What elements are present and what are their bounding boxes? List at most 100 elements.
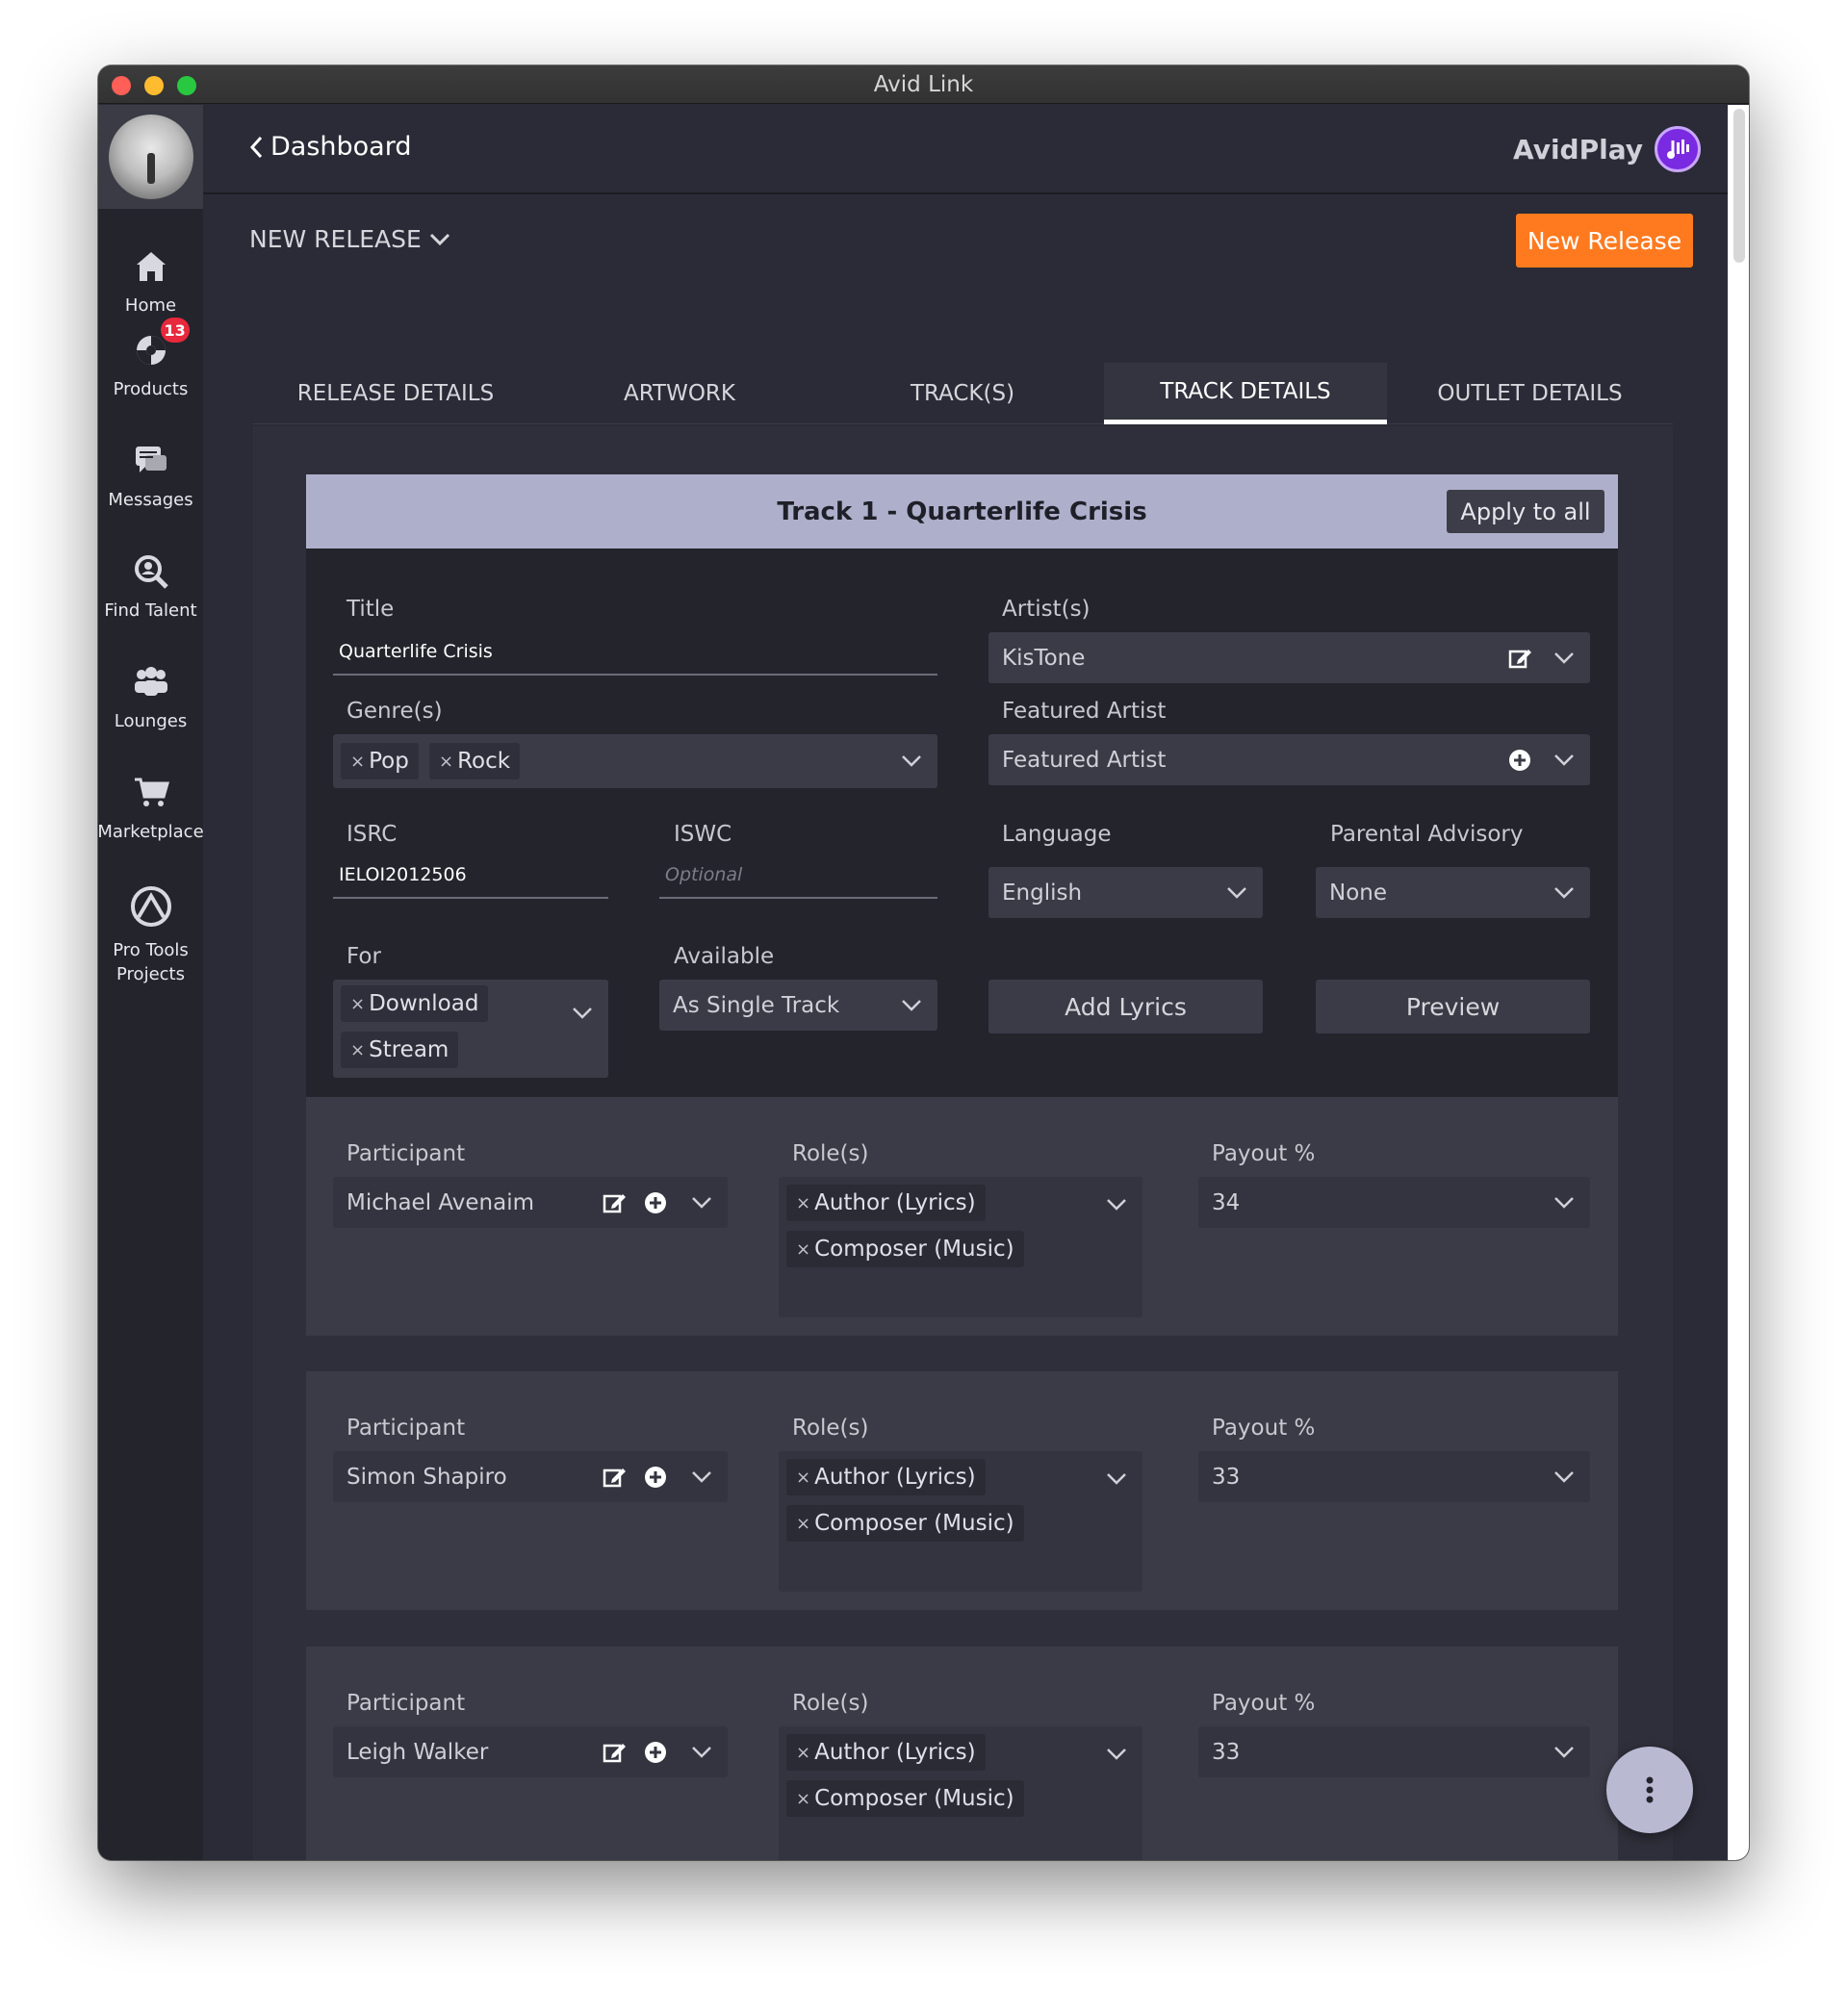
genres-select[interactable]: × Pop × Rock [333,734,937,788]
edit-icon[interactable] [602,1740,627,1765]
sidebar-item-lounges[interactable]: Lounges [98,663,203,731]
chip-label: Author (Lyrics) [814,1190,976,1215]
lounges-icon [134,667,167,696]
role-chip[interactable]: × Author (Lyrics) [786,1185,986,1221]
track-card: Track 1 - Quarterlife Crisis Apply to al… [306,474,1618,1860]
add-circle-icon[interactable] [1507,748,1532,773]
role-chip[interactable]: × Author (Lyrics) [786,1734,986,1771]
remove-chip-icon[interactable]: × [796,1514,810,1534]
edit-icon[interactable] [1507,646,1532,671]
roles-select[interactable]: × Author (Lyrics) × Composer (Music) [779,1451,1142,1592]
payout-select[interactable]: 34 [1198,1177,1590,1228]
messages-icon [135,447,167,472]
remove-chip-icon[interactable]: × [350,752,365,772]
tab-bar: RELEASE DETAILS ARTWORK TRACK(S) TRACK D… [253,363,1673,424]
roles-select[interactable]: × Author (Lyrics) × Composer (Music) [779,1177,1142,1317]
role-chip[interactable]: × Author (Lyrics) [786,1459,986,1495]
apply-to-all-button[interactable]: Apply to all [1447,490,1604,533]
minimize-window-button[interactable] [144,76,164,95]
avatar[interactable] [108,115,193,199]
maximize-window-button[interactable] [177,76,196,95]
remove-chip-icon[interactable]: × [439,752,453,772]
for-label: For [346,944,381,969]
tab-release-details[interactable]: RELEASE DETAILS [253,363,538,424]
remove-chip-icon[interactable]: × [796,1468,810,1488]
remove-chip-icon[interactable]: × [796,1193,810,1213]
track-title-heading: Track 1 - Quarterlife Crisis [777,497,1147,526]
chevron-down-icon [692,1746,711,1758]
role-chip[interactable]: × Composer (Music) [786,1231,1024,1267]
new-release-button[interactable]: New Release [1516,214,1693,268]
title-input[interactable] [333,629,937,676]
remove-chip-icon[interactable]: × [350,1040,365,1060]
brand: AvidPlay [1513,126,1701,172]
for-chip[interactable]: × Download [341,985,489,1022]
remove-chip-icon[interactable]: × [350,994,365,1014]
parental-advisory-select[interactable]: None [1316,867,1590,918]
for-select[interactable]: × Download × Stream [333,980,608,1078]
participant-select[interactable]: Michael Avenaim [333,1177,728,1228]
edit-icon[interactable] [602,1190,627,1215]
payout-label: Payout % [1212,1416,1316,1441]
genres-label: Genre(s) [346,699,443,724]
participant-label: Participant [346,1416,466,1441]
available-select[interactable]: As Single Track [659,980,937,1031]
add-circle-icon[interactable] [643,1740,668,1765]
release-type-dropdown[interactable]: NEW RELEASE [249,225,450,253]
sidebar-item-home[interactable]: Home [98,247,203,316]
tab-label: OUTLET DETAILS [1437,381,1623,406]
parental-advisory-label: Parental Advisory [1330,822,1524,847]
add-circle-icon[interactable] [643,1465,668,1490]
payout-select[interactable]: 33 [1198,1726,1590,1777]
sidebar-item-label: Lounges [114,711,188,731]
tab-tracks[interactable]: TRACK(S) [821,363,1104,424]
participant-select[interactable]: Simon Shapiro [333,1451,728,1502]
role-chip[interactable]: × Composer (Music) [786,1505,1024,1542]
chevron-down-icon [1107,1473,1126,1485]
home-icon [136,252,166,281]
tab-outlet-details[interactable]: OUTLET DETAILS [1387,363,1673,424]
back-to-dashboard-link[interactable]: Dashboard [249,132,411,162]
sidebar-item-products[interactable]: 13 Products [98,318,203,399]
iswc-input[interactable] [659,853,937,899]
isrc-input[interactable] [333,853,608,899]
sidebar-item-messages[interactable]: Messages [98,442,203,510]
add-circle-icon[interactable] [643,1190,668,1215]
role-chip[interactable]: × Composer (Music) [786,1780,1024,1817]
more-options-button[interactable] [1606,1747,1693,1833]
chip-label: Composer (Music) [814,1511,1014,1536]
iswc-label: ISWC [674,822,732,847]
roles-select[interactable]: × Author (Lyrics) × Composer (Music) [779,1726,1142,1860]
avatar-container[interactable] [98,105,203,209]
language-select[interactable]: English [988,867,1263,918]
sidebar-item-marketplace[interactable]: Marketplace [98,774,204,842]
add-lyrics-button[interactable]: Add Lyrics [988,980,1263,1034]
participant-label: Participant [346,1141,466,1166]
products-icon-wrap: 13 [132,318,190,370]
track-card-header: Track 1 - Quarterlife Crisis Apply to al… [306,474,1618,549]
remove-chip-icon[interactable]: × [796,1789,810,1809]
remove-chip-icon[interactable]: × [796,1743,810,1763]
tab-artwork[interactable]: ARTWORK [538,363,821,424]
sidebar-item-find-talent[interactable]: Find Talent [98,552,203,621]
preview-button[interactable]: Preview [1316,980,1590,1034]
payout-value: 34 [1212,1189,1241,1215]
edit-icon[interactable] [602,1465,627,1490]
participant-select[interactable]: Leigh Walker [333,1726,728,1777]
participant-name: Michael Avenaim [346,1189,535,1215]
sidebar-item-pro-tools-projects[interactable]: Pro Tools Projects [98,884,203,986]
genre-chip[interactable]: × Rock [429,743,521,779]
chip-label: Download [369,991,479,1016]
scrollbar-track[interactable] [1728,105,1749,1860]
chip-label: Author (Lyrics) [814,1465,976,1490]
scrollbar-thumb[interactable] [1733,109,1745,263]
payout-select[interactable]: 33 [1198,1451,1590,1502]
featured-artist-select[interactable]: Featured Artist [988,734,1590,785]
genre-chip[interactable]: × Pop [341,743,419,779]
artists-select[interactable]: KisTone [988,632,1590,683]
for-chip[interactable]: × Stream [341,1032,459,1068]
remove-chip-icon[interactable]: × [796,1239,810,1260]
close-window-button[interactable] [112,76,131,95]
tab-track-details[interactable]: TRACK DETAILS [1104,363,1387,424]
sidebar-item-label: Products [113,379,189,399]
